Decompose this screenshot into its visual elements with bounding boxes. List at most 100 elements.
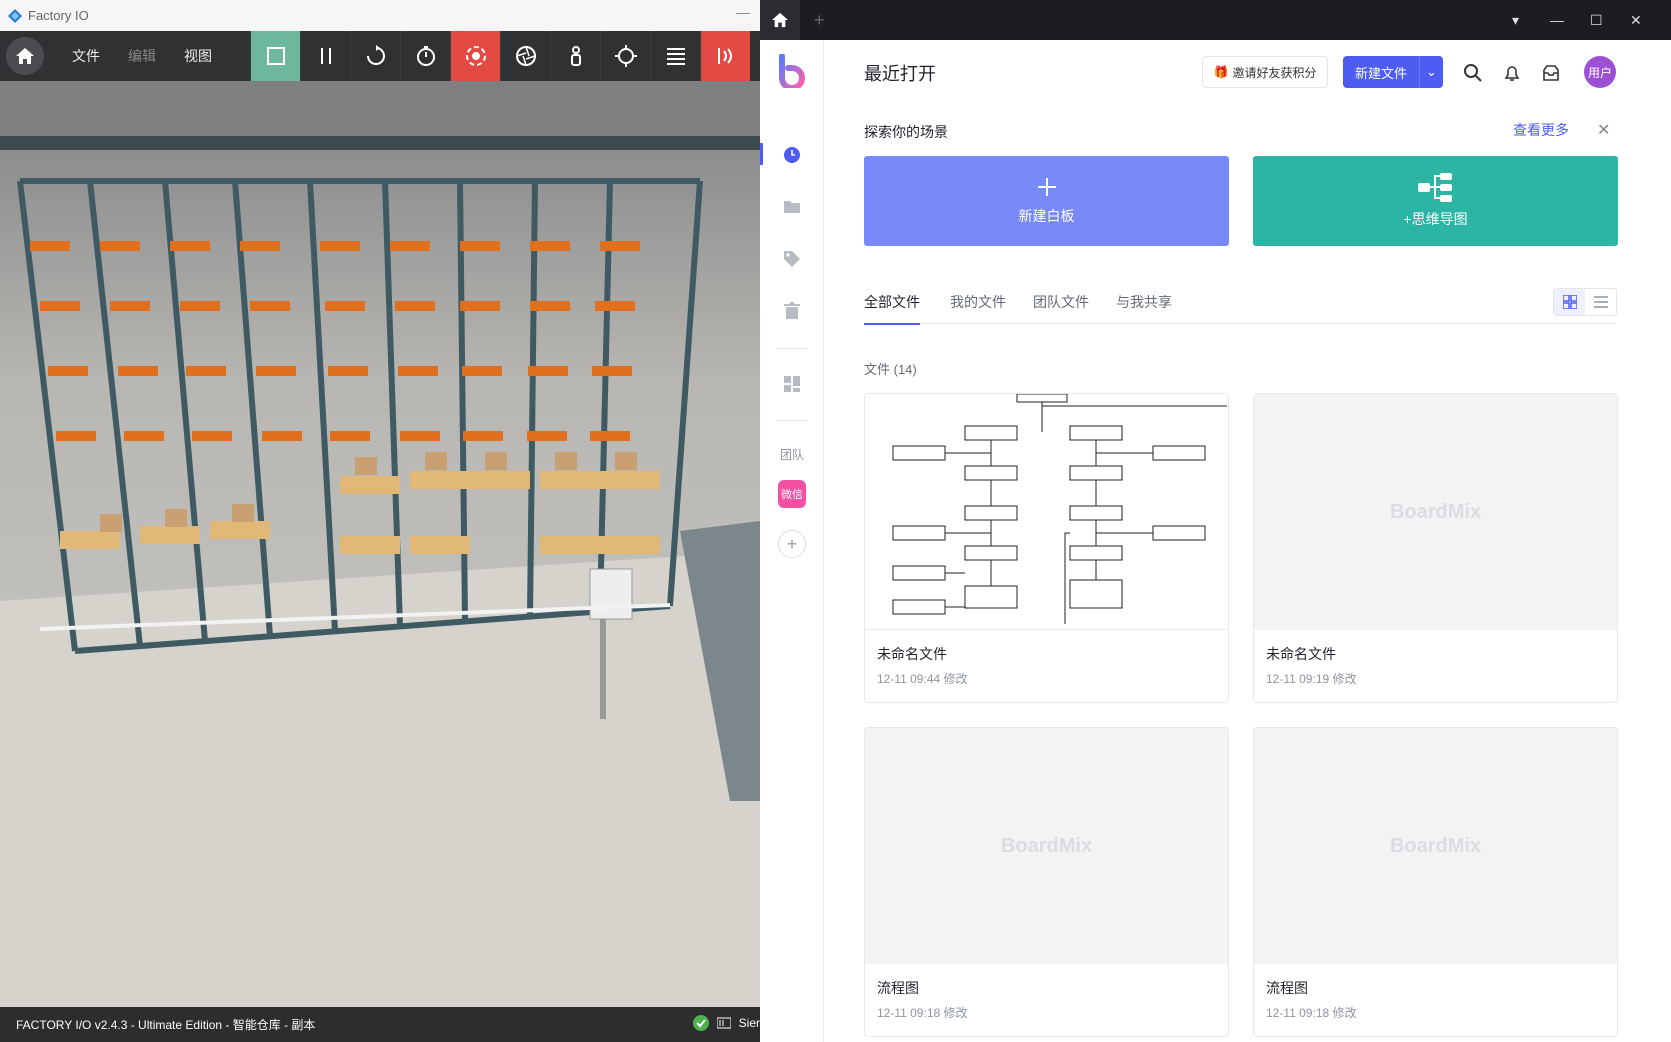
grid-view-button[interactable] [1554, 289, 1585, 315]
factory-io-titlebar: Factory IO — [0, 0, 760, 31]
factory-io-statusbar: FACTORY I/O v2.4.3 - Ultimate Edition - … [0, 1007, 760, 1042]
factory-io-toolbar: 文件 编辑 视图 [0, 31, 760, 81]
tab-shared-with-me[interactable]: 与我共享 [1116, 292, 1172, 324]
tab-all-files[interactable]: 全部文件 [864, 292, 920, 325]
main-content: 最近打开 🎁 邀请好友获积分 新建文件 ⌄ 用户 探索你的场景 查看更多 ✕ 新… [864, 40, 1618, 1042]
factory-io-window: Factory IO — 文件 编辑 视图 FACTORY I/O v2.4.3… [0, 0, 760, 1042]
3d-warehouse-scene[interactable] [0, 81, 760, 1007]
pause-button[interactable] [300, 31, 350, 81]
home-tab[interactable] [760, 0, 800, 40]
file-card[interactable]: 未命名文件 12-11 09:44 修改 [864, 393, 1229, 703]
file-name: 流程图 [877, 980, 919, 996]
grid-icon [1562, 295, 1577, 309]
file-card[interactable]: BoardMix 流程图 12-11 09:18 修改 [1253, 727, 1618, 1037]
menu-file[interactable]: 文件 [72, 46, 100, 66]
file-date: 12-11 09:19 修改 [1266, 672, 1357, 686]
file-thumbnail: BoardMix [1254, 394, 1617, 630]
check-circle-icon [692, 1015, 709, 1031]
io-panel-icon[interactable] [716, 1016, 731, 1030]
new-file-button[interactable]: 新建文件 ⌄ [1343, 56, 1443, 88]
bell-icon[interactable] [1503, 64, 1521, 82]
view-toggle [1553, 288, 1617, 316]
file-name: 未命名文件 [1266, 646, 1336, 662]
target-button[interactable] [600, 31, 650, 81]
add-team-button[interactable]: + [760, 530, 824, 558]
maximize-button[interactable]: ☐ [1590, 0, 1603, 40]
file-thumbnail: BoardMix [1254, 728, 1617, 964]
explore-title: 探索你的场景 [864, 124, 948, 140]
crosshair-icon [614, 45, 637, 67]
file-thumbnail: BoardMix [865, 728, 1228, 964]
sidebar-item-templates[interactable] [760, 376, 824, 392]
file-date: 12-11 09:18 修改 [877, 1006, 968, 1020]
timer-button[interactable] [400, 31, 450, 81]
left-sidebar: 团队 微信 + [760, 40, 824, 1042]
list-icon [666, 48, 685, 65]
list-view-button[interactable] [1585, 289, 1616, 315]
sidebar-item-trash[interactable] [760, 302, 824, 320]
divider [776, 348, 808, 349]
trash-icon [784, 302, 800, 319]
tab-team-files[interactable]: 团队文件 [1033, 292, 1089, 324]
avatar[interactable]: 用户 [1584, 56, 1616, 88]
signal-icon [717, 48, 732, 64]
file-card[interactable]: BoardMix 未命名文件 12-11 09:19 修改 [1253, 393, 1618, 703]
plus-icon: + [778, 530, 806, 558]
invite-button[interactable]: 🎁 邀请好友获积分 [1202, 56, 1328, 88]
sidebar-item-wechat[interactable]: 微信 [760, 480, 824, 508]
reset-button[interactable] [350, 31, 400, 81]
chevron-down-icon[interactable]: ⌄ [1419, 56, 1443, 88]
sidebar-team-label: 团队 [779, 448, 804, 462]
search-icon[interactable] [1464, 64, 1482, 82]
status-right: Sier [692, 1015, 760, 1031]
tab-my-files[interactable]: 我的文件 [950, 292, 1006, 324]
reset-icon [366, 45, 385, 65]
sidebar-item-recent[interactable] [760, 146, 824, 164]
close-window-button[interactable]: ✕ [1630, 0, 1642, 40]
file-thumbnail [865, 394, 1228, 630]
invite-label: 邀请好友获积分 [1232, 65, 1317, 80]
new-file-label: 新建文件 [1355, 65, 1408, 81]
file-card[interactable]: BoardMix 流程图 12-11 09:18 修改 [864, 727, 1229, 1037]
close-icon[interactable]: ✕ [1597, 120, 1610, 140]
dashboard-icon [784, 376, 800, 392]
fly-camera-button[interactable] [500, 31, 550, 81]
menu-view[interactable]: 视图 [184, 46, 212, 66]
boardmix-titlebar: + ▾ — ☐ ✕ [760, 0, 1671, 40]
file-date: 12-11 09:18 修改 [1266, 1006, 1357, 1020]
new-mindmap-card[interactable]: +思维导图 [1253, 156, 1618, 246]
list-button[interactable] [650, 31, 700, 81]
boardmix-logo[interactable] [760, 54, 824, 88]
warehouse-rack-illustration [0, 81, 760, 1007]
status-text: FACTORY I/O v2.4.3 - Ultimate Edition - … [16, 1018, 316, 1032]
file-date: 12-11 09:44 修改 [877, 672, 968, 686]
file-name: 流程图 [1266, 980, 1308, 996]
stop-icon [266, 47, 285, 65]
sensors-button[interactable] [700, 31, 750, 81]
driver-label: Sier [738, 1016, 760, 1030]
new-tab-button[interactable]: + [814, 10, 825, 31]
see-more-link[interactable]: 查看更多 [1513, 120, 1569, 140]
stop-button[interactable] [250, 31, 300, 81]
inbox-icon[interactable] [1542, 64, 1560, 82]
factory-io-title: Factory IO [28, 8, 89, 23]
home-button[interactable] [6, 37, 44, 75]
mindmap-icon [1417, 173, 1452, 202]
person-icon [570, 46, 581, 66]
factory-io-logo-icon [8, 8, 22, 23]
sidebar-item-folders[interactable] [760, 198, 824, 214]
new-whiteboard-label: 新建白板 [1018, 208, 1075, 224]
sidebar-item-tags[interactable] [760, 250, 824, 268]
boardmix-logo-icon [779, 54, 805, 88]
dropdown-button[interactable]: ▾ [1512, 0, 1519, 40]
list-icon [1593, 296, 1608, 308]
menu-edit[interactable]: 编辑 [128, 46, 156, 66]
camera-orbit-button[interactable] [450, 31, 500, 81]
folder-icon [784, 201, 800, 213]
first-person-button[interactable] [550, 31, 600, 81]
minimize-button[interactable]: — [1550, 0, 1564, 40]
minimize-button[interactable]: — [736, 4, 750, 20]
new-whiteboard-card[interactable]: 新建白板 [864, 156, 1229, 246]
flowchart-thumbnail [892, 394, 1227, 624]
page-title: 最近打开 [864, 64, 936, 84]
